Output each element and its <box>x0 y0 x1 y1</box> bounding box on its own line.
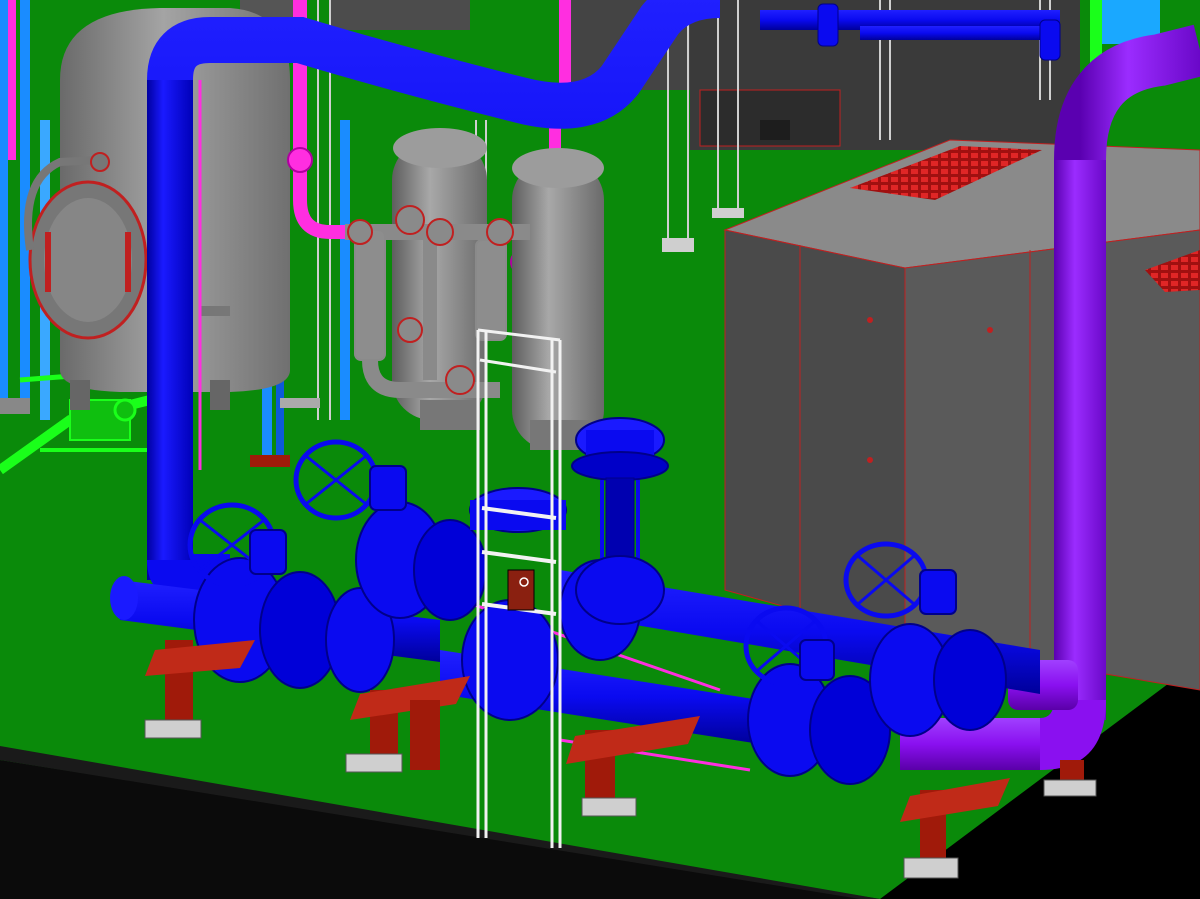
ladder-plate <box>507 569 535 611</box>
model-viewport[interactable] <box>0 0 1200 899</box>
column-base <box>712 208 744 218</box>
vessel-saddle <box>280 398 320 408</box>
piping-scene <box>0 0 1200 899</box>
magenta-flange <box>287 147 313 173</box>
main-pipe-drop <box>147 80 193 580</box>
vessel-saddle <box>250 455 290 467</box>
column-base <box>662 238 694 252</box>
